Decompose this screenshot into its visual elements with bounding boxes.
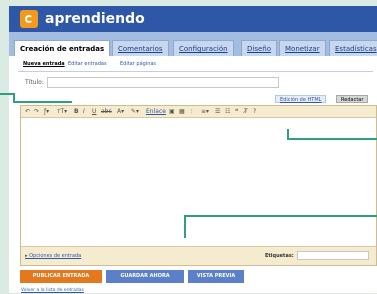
callout-line-title [14, 101, 72, 103]
font-icon[interactable]: ƒ▾ [44, 108, 49, 115]
jump-break-icon[interactable]: ⫶ [191, 108, 193, 115]
callout-line-editor-drop [184, 215, 186, 238]
link-button[interactable]: Enlace [146, 108, 166, 115]
quote-icon[interactable]: ❝ [235, 108, 238, 115]
labels-label: Etiquetas: [265, 253, 294, 259]
tab-monetizar[interactable]: Monetizar [279, 40, 326, 56]
title-input[interactable] [47, 77, 279, 88]
divider [18, 71, 373, 72]
post-options-link[interactable]: ▸ Opciones de entrada [25, 252, 81, 260]
preview-button[interactable]: VISTA PREVIA [188, 270, 244, 283]
subtab-editar-paginas[interactable]: Editar páginas [117, 60, 159, 69]
font-size-icon[interactable]: ᴛT▾ [57, 108, 67, 115]
main-tabs: Creación de entradas Comentarios Configu… [9, 32, 377, 57]
tab-configuracion[interactable]: Configuración [173, 40, 234, 56]
subtab-editar-entradas[interactable]: Editar entradas [65, 60, 110, 69]
callout-line-toolbar [287, 138, 377, 140]
text-color-icon[interactable]: A▾ [117, 108, 124, 115]
bold-icon[interactable]: B [74, 108, 79, 115]
image-icon[interactable]: ▣ [169, 108, 175, 115]
app-header: aprendiendo [9, 6, 377, 32]
tab-estadisticas[interactable]: Estadísticas [329, 40, 377, 56]
tab-creacion-entradas[interactable]: Creación de entradas [14, 40, 111, 57]
publish-button[interactable]: PUBLICAR ENTRADA [20, 270, 102, 283]
app-title[interactable]: aprendiendo [45, 10, 145, 28]
numbered-list-icon[interactable]: ☰ [215, 108, 220, 115]
blogger-logo-icon[interactable] [20, 10, 38, 28]
labels-input[interactable] [297, 251, 369, 260]
redo-icon[interactable]: ↷ [34, 108, 39, 115]
clear-format-icon[interactable]: T̸ [244, 108, 248, 115]
subtab-nueva-entrada[interactable]: Nueva entrada [20, 60, 68, 69]
edit-html-tab[interactable]: Edición de HTML [275, 95, 327, 103]
save-now-button[interactable]: GUARDAR AHORA [106, 270, 184, 283]
post-editor-panel: Nueva entrada Editar entradas Editar pág… [9, 56, 377, 293]
title-label: Título: [25, 79, 44, 86]
editor-toolbar: ↶ ↷ ƒ▾ ᴛT▾ B I U abc A▾ ✎▾ Enlace ▣ ▦ ⫶ … [21, 106, 376, 118]
strikethrough-icon[interactable]: abc [101, 108, 112, 115]
italic-icon[interactable]: I [83, 108, 85, 115]
callout-line-left [0, 93, 14, 95]
align-icon[interactable]: ≡▾ [201, 108, 209, 115]
post-editor: ↶ ↷ ƒ▾ ᴛT▾ B I U abc A▾ ✎▾ Enlace ▣ ▦ ⫶ … [20, 105, 377, 266]
editor-footer: ▸ Opciones de entrada Etiquetas: [21, 246, 376, 265]
callout-line-editor [184, 215, 377, 217]
tab-diseno[interactable]: Diseño [241, 40, 278, 56]
spellcheck-icon[interactable]: ? [253, 108, 256, 115]
video-icon[interactable]: ▦ [179, 108, 185, 115]
underline-icon[interactable]: U [92, 108, 96, 115]
callout-line-toolbar-rise [287, 129, 289, 139]
undo-icon[interactable]: ↶ [25, 108, 30, 115]
bullet-list-icon[interactable]: ☷ [225, 108, 230, 115]
tab-comentarios[interactable]: Comentarios [112, 40, 169, 56]
highlight-icon[interactable]: ✎▾ [131, 108, 139, 115]
compose-tab[interactable]: Redactar [336, 95, 369, 103]
